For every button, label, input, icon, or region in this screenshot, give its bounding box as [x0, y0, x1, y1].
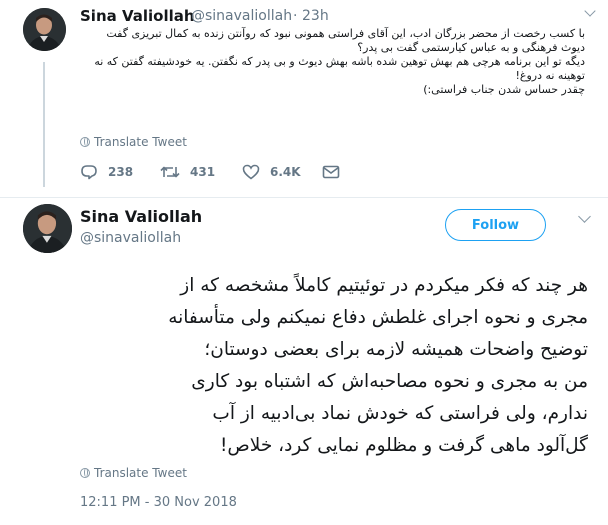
globe-icon	[80, 137, 90, 147]
reply-action[interactable]: 238	[80, 164, 160, 180]
tweet-divider	[0, 197, 608, 198]
translate-tweet-link[interactable]: Translate Tweet	[80, 466, 187, 480]
author-handle[interactable]: @sinavaliollah	[191, 8, 292, 24]
tweet-text-line: مجری و نحوه اجرای غلطش دفاع نمیکنم ولی م…	[168, 307, 588, 328]
tweet-actions: 238 431 6.4K	[80, 162, 340, 182]
tweet-text: هر چند که فکر میکردم در توئیتیم کاملاً م…	[24, 270, 588, 462]
tweet-text-line: دیگه تو این برنامه هرچی هم بهش توهین شده…	[94, 55, 585, 68]
author-name[interactable]: Sina Valiollah	[80, 7, 195, 25]
thread-connector-line	[43, 62, 45, 187]
translate-label: Translate Tweet	[94, 135, 187, 149]
direct-message-action[interactable]	[322, 165, 340, 179]
chevron-down-icon[interactable]	[584, 5, 596, 17]
tweet-text-line: دیوث فرهنگی و به عباس کیارستمی گفت بی پد…	[357, 41, 585, 54]
globe-icon	[80, 468, 90, 478]
tweet-text-line: چقدر حساس شدن جناب فراستی:)	[423, 83, 585, 96]
avatar[interactable]	[23, 204, 72, 253]
translate-tweet-link[interactable]: Translate Tweet	[80, 135, 187, 149]
chevron-down-icon[interactable]	[578, 210, 591, 223]
tweet-text-line: من به مجری و نحوه مصاحبه‌اش که اشتباه بو…	[191, 371, 588, 392]
tweet-time[interactable]: 23h	[302, 8, 329, 24]
retweet-icon	[160, 166, 180, 178]
tweet-text-line: گل‌آلود ماهی گرفت و مظلوم نمایی کرد، خلا…	[220, 435, 588, 456]
tweet-timestamp[interactable]: 12:11 PM - 30 Nov 2018	[80, 495, 237, 510]
heart-icon	[242, 164, 260, 180]
tweet-text-line: با کسب رخصت از محضر بزرگان ادب، این آقای…	[106, 27, 585, 40]
reply-icon	[81, 165, 97, 180]
follow-button[interactable]: Follow	[445, 209, 546, 241]
like-action[interactable]: 6.4K	[242, 164, 322, 180]
translate-label: Translate Tweet	[94, 466, 187, 480]
tweet-text-line: توهینه نه دروغ!	[515, 69, 585, 82]
retweet-action[interactable]: 431	[160, 165, 242, 179]
tweet-text-line: توضیح واضحات همیشه لازمه برای بعضی دوستا…	[204, 339, 588, 360]
retweet-count: 431	[190, 165, 216, 179]
like-count: 6.4K	[270, 165, 301, 179]
reply-count: 238	[108, 165, 134, 179]
author-handle[interactable]: @sinavaliollah	[80, 230, 181, 246]
avatar[interactable]	[23, 8, 66, 51]
author-name[interactable]: Sina Valiollah	[80, 207, 202, 226]
tweet-text-line: هر چند که فکر میکردم در توئیتیم کاملاً م…	[180, 275, 588, 296]
tweet-text: با کسب رخصت از محضر بزرگان ادب، این آقای…	[80, 27, 585, 97]
separator-dot: ·	[293, 8, 298, 24]
envelope-icon	[322, 165, 340, 179]
tweet-text-line: ندارم، ولی فراستی که خودش نماد بی‌ادبیه …	[212, 403, 588, 424]
